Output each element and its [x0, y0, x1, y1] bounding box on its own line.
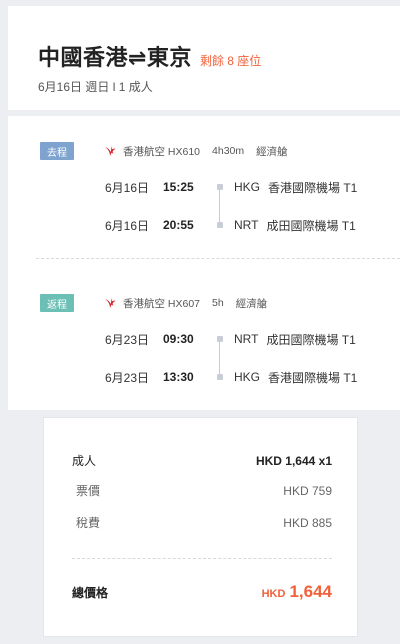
adult-amount: HKD 1,644 x1 — [255, 453, 332, 468]
departure-airport-code: NRT — [234, 332, 259, 346]
departure-airport-code: HKG — [234, 180, 261, 194]
seats-remaining-label: 剩餘 8 座位 — [199, 54, 262, 68]
arrival-airport-code: NRT — [234, 218, 259, 232]
arrival-date: 6月23日 — [105, 370, 150, 385]
timeline-dot — [217, 336, 223, 342]
segment-divider — [36, 258, 400, 259]
fare-label: 票價 — [76, 484, 101, 498]
price-breakdown-card: 成人 HKD 1,644 x1 票價 HKD 759 稅費 HKD 885 總價… — [43, 417, 358, 637]
outbound-departure-row: 6月16日 15:25 HKG 香港國際機場 T1 — [105, 178, 357, 196]
departure-time: 15:25 — [163, 180, 194, 194]
return-airline-row: 香港航空 HX607 5h 經濟艙 — [104, 294, 267, 312]
arrival-airport-code: HKG — [234, 370, 261, 384]
return-departure-row: 6月23日 09:30 NRT 成田國際機場 T1 — [105, 330, 356, 348]
return-arrival-row: 6月23日 13:30 HKG 香港國際機場 T1 — [105, 368, 357, 386]
adult-label: 成人 — [72, 454, 97, 468]
tax-label: 稅費 — [76, 516, 101, 530]
price-divider — [72, 558, 332, 559]
trip-summary-card: 中國香港⇌東京 剩餘 8 座位 6月16日 週日 l 1 成人 — [8, 6, 400, 110]
outbound-arrival-row: 6月16日 20:55 NRT 成田國際機場 T1 — [105, 216, 356, 234]
departure-time: 09:30 — [163, 332, 194, 346]
fare-amount: HKD 759 — [283, 483, 332, 498]
timeline-dot — [217, 222, 223, 228]
total-amount: HKD 1,644 — [262, 582, 332, 602]
departure-airport-name: 成田國際機場 T1 — [266, 332, 356, 347]
timeline-dot — [217, 184, 223, 190]
route-title-row: 中國香港⇌東京 剩餘 8 座位 — [38, 40, 261, 72]
return-cabin: 經濟艙 — [235, 297, 268, 310]
return-badge: 返程 — [40, 294, 74, 312]
trip-date-passengers: 6月16日 週日 l 1 成人 — [38, 80, 153, 94]
departure-airport-name: 香港國際機場 T1 — [268, 180, 358, 195]
timeline-dot — [217, 374, 223, 380]
arrival-time: 13:30 — [163, 370, 194, 384]
total-currency: HKD — [261, 588, 286, 600]
arrival-airport-name: 香港國際機場 T1 — [268, 370, 358, 385]
outbound-cabin: 經濟艙 — [256, 145, 288, 158]
adult-price-row: 成人 HKD 1,644 x1 — [72, 452, 332, 469]
outbound-airline-row: 香港航空 HX610 4h30m 經濟艙 — [104, 142, 288, 160]
hong-kong-airlines-logo-icon — [105, 146, 116, 156]
outbound-duration: 4h30m — [212, 145, 245, 157]
hong-kong-airlines-logo-icon — [105, 298, 116, 308]
total-label: 總價格 — [72, 585, 109, 600]
return-airline: 香港航空 HX607 — [123, 297, 201, 310]
fare-row: 票價 HKD 759 — [72, 482, 332, 499]
route-title: 中國香港⇌東京 — [38, 45, 192, 70]
outbound-badge: 去程 — [40, 142, 74, 160]
tax-row: 稅費 HKD 885 — [72, 514, 332, 531]
outbound-airline: 香港航空 HX610 — [123, 145, 201, 158]
arrival-airport-name: 成田國際機場 T1 — [266, 218, 356, 233]
tax-amount: HKD 885 — [283, 515, 332, 530]
total-value: 1,644 — [289, 582, 332, 601]
departure-date: 6月16日 — [105, 180, 150, 195]
flight-itinerary-card: 去程 香港航空 HX610 4h30m 經濟艙 6月16日 15:25 HKG … — [8, 116, 400, 410]
total-price-row: 總價格 HKD 1,644 — [72, 582, 332, 602]
return-duration: 5h — [212, 297, 224, 309]
arrival-time: 20:55 — [163, 218, 194, 232]
arrival-date: 6月16日 — [105, 218, 150, 233]
departure-date: 6月23日 — [105, 332, 150, 347]
